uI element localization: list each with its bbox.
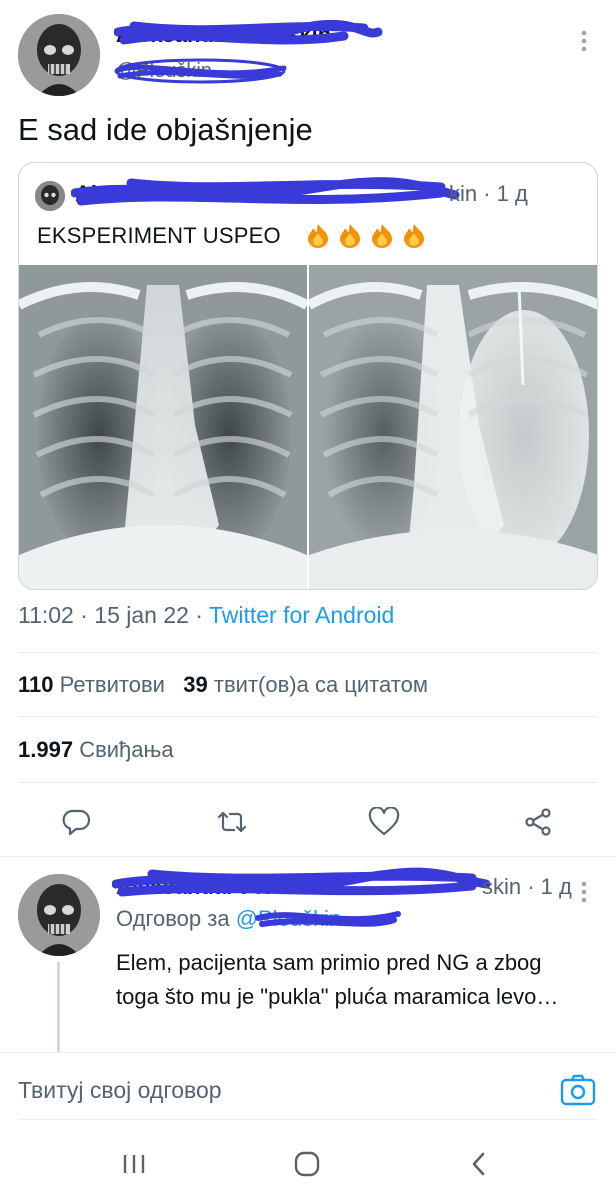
redaction-scribble	[254, 904, 404, 934]
quoted-tweet-card[interactable]: Aleksandar Pleuškin kin · 1 д EKSPERIMEN…	[18, 162, 598, 590]
fire-icon	[304, 223, 334, 249]
quoted-author-avatar	[35, 181, 65, 211]
add-image-button[interactable]	[560, 1073, 596, 1107]
fire-emoji-group	[304, 223, 432, 249]
reply-compose-bar: Твитуј свој одговор	[0, 1052, 615, 1124]
tweet-timestamp: 11:02 · 15 jan 22	[18, 602, 189, 628]
redaction-scribble	[114, 18, 384, 54]
reply-author-avatar[interactable]	[18, 874, 100, 956]
divider	[18, 716, 597, 717]
reply-button[interactable]	[57, 802, 97, 842]
likes-count[interactable]: 1.997	[18, 737, 73, 762]
quoted-tweet-meta: kin · 1 д	[449, 181, 528, 206]
tweet-text: E sad ide objašnjenje	[18, 112, 313, 147]
reply-icon	[62, 809, 91, 836]
more-options-icon[interactable]	[574, 878, 594, 908]
divider	[18, 1119, 597, 1120]
back-button[interactable]	[459, 1148, 499, 1180]
chest-xray-image-left[interactable]	[19, 265, 307, 589]
reply-text: Elem, pacijenta sam primio pred NG a zbo…	[116, 950, 559, 1009]
like-button[interactable]	[364, 802, 404, 842]
recent-apps-icon	[123, 1155, 145, 1173]
recent-apps-button[interactable]	[114, 1148, 154, 1180]
author-avatar[interactable]	[18, 14, 100, 96]
share-button[interactable]	[518, 802, 558, 842]
divider	[18, 782, 597, 783]
home-icon	[294, 1151, 320, 1177]
quotes-count[interactable]: 39	[183, 672, 207, 697]
fire-icon	[368, 223, 398, 249]
redaction-scribble	[71, 173, 461, 213]
camera-icon	[560, 1074, 596, 1106]
divider	[18, 652, 597, 653]
fire-icon	[336, 223, 366, 249]
android-navigation-bar	[0, 1124, 615, 1200]
quoted-tweet-text: EKSPERIMENT USPEO	[37, 223, 281, 248]
likes-stats: 1.997 Свиђања	[18, 737, 174, 763]
redaction-scribble	[112, 864, 492, 904]
tweet-source-link[interactable]: Twitter for Android	[209, 602, 394, 628]
retweets-count[interactable]: 110	[18, 672, 54, 697]
engagement-stats: 110 Ретвитови 39 твит(ов)а са цитатом	[18, 672, 428, 698]
share-icon	[525, 808, 551, 836]
more-options-icon[interactable]	[574, 26, 594, 56]
meta-separator: ·	[188, 602, 209, 628]
retweet-icon	[217, 811, 247, 833]
reply-meta: skin · 1 д	[482, 874, 572, 899]
back-icon	[472, 1152, 485, 1176]
chest-xray-image-right[interactable]	[309, 265, 597, 589]
quotes-label[interactable]: твит(ов)а са цитатом	[214, 672, 428, 697]
heart-icon	[368, 807, 400, 836]
redaction-scribble	[112, 56, 292, 86]
home-button[interactable]	[287, 1148, 327, 1180]
divider	[0, 856, 615, 857]
fire-icon	[400, 223, 430, 249]
reply-compose-input[interactable]: Твитуј свој одговор	[18, 1077, 222, 1104]
retweets-label[interactable]: Ретвитови	[60, 672, 165, 697]
likes-label[interactable]: Свиђања	[79, 737, 173, 762]
tweet-timestamp-line: 11:02 · 15 jan 22 · Twitter for Android	[18, 602, 394, 629]
thread-line	[57, 962, 60, 1054]
reply-to-label: Одговор за	[116, 906, 230, 931]
skull-avatar-image	[18, 14, 100, 96]
retweet-button[interactable]	[212, 802, 252, 842]
